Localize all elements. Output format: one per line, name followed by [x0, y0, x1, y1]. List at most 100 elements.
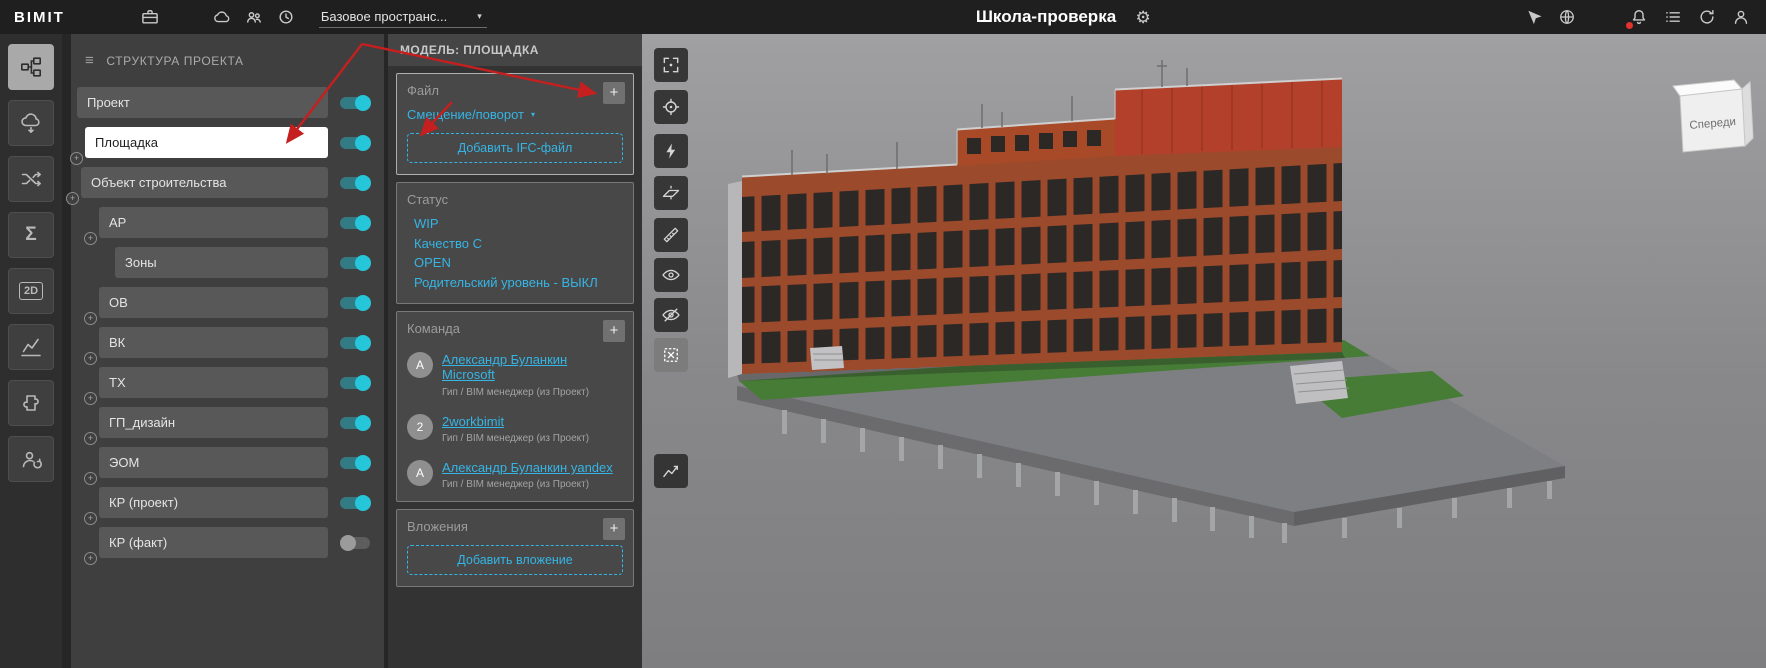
visibility-toggle[interactable] — [340, 297, 370, 309]
expand-toggle[interactable]: + — [84, 232, 97, 245]
account-button[interactable] — [1726, 2, 1756, 32]
tree-item-label: ЭОМ — [109, 455, 139, 470]
tree-item-label: КР (факт) — [109, 535, 167, 550]
tasks-list-button[interactable] — [1658, 2, 1688, 32]
member-name-link[interactable]: Александр Буланкин yandex — [442, 460, 613, 475]
team-card-label: Команда — [407, 321, 623, 336]
model-panel-title: МОДЕЛЬ: ПЛОЩАДКА — [388, 34, 642, 66]
left-rail: Σ 2D — [0, 34, 62, 668]
tree-item-kr-project[interactable]: + КР (проект) — [99, 487, 328, 518]
tree-row: + ЭОМ — [71, 447, 370, 478]
hide-visibility-button[interactable] — [654, 298, 688, 332]
tree-item-vk[interactable]: + ВК — [99, 327, 328, 358]
tree-item-ar[interactable]: + АР — [99, 207, 328, 238]
expand-toggle[interactable]: + — [84, 352, 97, 365]
lightning-tool-button[interactable] — [654, 134, 688, 168]
tree-item-construction-object[interactable]: + Объект строительства — [81, 167, 328, 198]
rail-chart-button[interactable] — [8, 324, 54, 370]
status-item-open[interactable]: OPEN — [414, 253, 623, 273]
tree-item-label: ТХ — [109, 375, 126, 390]
trend-analysis-button[interactable] — [654, 454, 688, 488]
tree-row: + ГП_дизайн — [71, 407, 370, 438]
refresh-button[interactable] — [1692, 2, 1722, 32]
pointer-tool-button[interactable] — [1518, 2, 1548, 32]
tree-item-ploshchadka[interactable]: + Площадка — [85, 127, 328, 158]
expand-toggle[interactable]: + — [70, 152, 83, 165]
tree-item-project[interactable]: Проект — [77, 87, 328, 118]
fit-view-button[interactable] — [654, 48, 688, 82]
expand-toggle[interactable]: + — [84, 512, 97, 525]
rail-roles-button[interactable] — [8, 436, 54, 482]
viewport-canvas[interactable]: Спереди — [642, 34, 1766, 668]
status-item-quality[interactable]: Качество С — [414, 234, 623, 254]
visibility-toggle[interactable] — [340, 457, 370, 469]
rail-2d-button[interactable]: 2D — [8, 268, 54, 314]
tree-item-th[interactable]: + ТХ — [99, 367, 328, 398]
tree-item-label: Объект строительства — [91, 175, 226, 190]
expand-toggle[interactable]: + — [84, 552, 97, 565]
visibility-toggle[interactable] — [340, 217, 370, 229]
visibility-toggle[interactable] — [340, 137, 370, 149]
tree-row: Зоны — [71, 247, 370, 278]
status-item-wip[interactable]: WIP — [414, 214, 623, 234]
status-item-parent-level[interactable]: Родительский уровень - ВЫКЛ — [414, 273, 623, 293]
expand-toggle[interactable]: + — [84, 312, 97, 325]
member-name-link[interactable]: 2workbimit — [442, 414, 589, 429]
expand-toggle[interactable]: + — [84, 472, 97, 485]
nav-cube[interactable]: Спереди — [1673, 80, 1753, 152]
file-card-label: Файл — [407, 83, 623, 98]
add-attachment-plus-button[interactable]: + — [603, 518, 625, 540]
workspace-select[interactable]: Базовое пространс... ▾ — [319, 7, 487, 28]
structure-panel-title: СТРУКТУРА ПРОЕКТА — [106, 54, 243, 68]
visibility-toggle[interactable] — [340, 97, 370, 109]
member-role: Гип / BIM менеджер (из Проект) — [442, 387, 614, 398]
add-attachment-button[interactable]: Добавить вложение — [407, 545, 623, 575]
visibility-toggle[interactable] — [340, 537, 370, 549]
add-file-plus-button[interactable]: + — [603, 82, 625, 104]
visibility-toggle[interactable] — [340, 497, 370, 509]
users-button[interactable] — [239, 2, 269, 32]
visibility-toggle[interactable] — [340, 417, 370, 429]
tree-item-kr-fact[interactable]: + КР (факт) — [99, 527, 328, 558]
tree-item-ov[interactable]: + ОВ — [99, 287, 328, 318]
projects-briefcase-button[interactable] — [135, 2, 165, 32]
expand-toggle[interactable]: + — [84, 432, 97, 445]
toggle-knob — [355, 455, 371, 471]
visibility-toggle[interactable] — [340, 257, 370, 269]
history-clock-button[interactable] — [271, 2, 301, 32]
add-member-plus-button[interactable]: + — [603, 320, 625, 342]
tree-row: + КР (факт) — [71, 527, 370, 558]
visibility-toggle[interactable] — [340, 177, 370, 189]
tree-item-gp-design[interactable]: + ГП_дизайн — [99, 407, 328, 438]
globe-button[interactable] — [1552, 2, 1582, 32]
measure-button[interactable] — [654, 218, 688, 252]
expand-toggle[interactable]: + — [66, 192, 79, 205]
tree-item-zones[interactable]: Зоны — [115, 247, 328, 278]
project-settings-gear-button[interactable]: ⚙ — [1128, 2, 1158, 32]
structure-panel: ≡ СТРУКТУРА ПРОЕКТА Проект + Площадка + … — [71, 34, 384, 668]
visibility-toggle[interactable] — [340, 337, 370, 349]
rail-sigma-button[interactable]: Σ — [8, 212, 54, 258]
section-box-button[interactable] — [654, 338, 688, 372]
add-ifc-file-button[interactable]: Добавить IFC-файл — [407, 133, 623, 163]
menu-icon[interactable]: ≡ — [85, 52, 94, 69]
show-visibility-button[interactable] — [654, 258, 688, 292]
chart-icon — [19, 335, 43, 359]
visibility-toggle[interactable] — [340, 377, 370, 389]
page-title: Школа-проверка — [976, 7, 1116, 27]
member-name-link[interactable]: Александр Буланкин Microsoft — [442, 352, 614, 383]
cloud-button[interactable] — [207, 2, 237, 32]
tree-item-eom[interactable]: + ЭОМ — [99, 447, 328, 478]
app-logo: BIMIT — [14, 9, 65, 26]
notifications-button[interactable] — [1624, 2, 1654, 32]
rail-cloud-sync-button[interactable] — [8, 100, 54, 146]
expand-toggle[interactable]: + — [84, 392, 97, 405]
locate-target-button[interactable] — [654, 90, 688, 124]
rail-connections-button[interactable] — [8, 156, 54, 202]
rail-structure-tree-button[interactable] — [8, 44, 54, 90]
rail-plugins-button[interactable] — [8, 380, 54, 426]
avatar: 2 — [407, 414, 433, 440]
clip-plane-button[interactable] — [654, 176, 688, 210]
notification-badge — [1626, 22, 1633, 29]
offset-rotate-dropdown[interactable]: Смещение/поворот ▾ — [407, 107, 623, 122]
